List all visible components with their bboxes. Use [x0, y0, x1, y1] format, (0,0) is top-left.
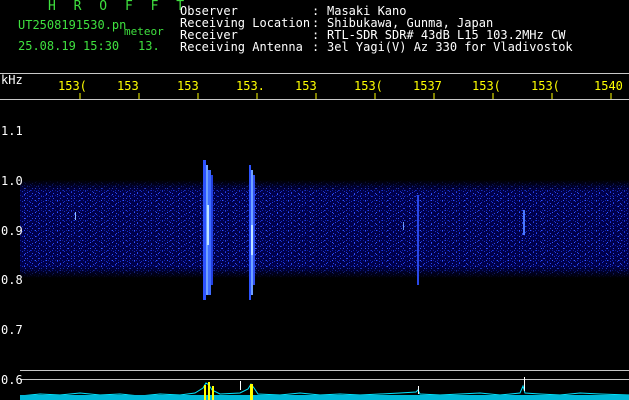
y-tick-label: 1.1: [1, 124, 23, 138]
y-tick-label: 0.7: [1, 323, 23, 337]
y-tick-label: 0.9: [1, 224, 23, 238]
x-tick-marks: [79, 93, 612, 99]
y-axis-unit: kHz: [1, 73, 23, 87]
x-tick-label: 153(: [531, 79, 560, 93]
y-tick-label: 1.0: [1, 174, 23, 188]
x-tick-label: 1540: [594, 79, 623, 93]
power-trace: [19, 382, 629, 400]
y-tick-label: 0.6: [1, 373, 23, 387]
noise-band: [20, 180, 629, 278]
x-tick-label: 153: [295, 79, 317, 93]
image-filename: UT2508191530.pn: [18, 18, 127, 32]
spectrogram-plot: [0, 73, 629, 400]
meteor-echo-2: [249, 165, 255, 300]
x-tick-label: 153: [177, 79, 199, 93]
x-tick-label: 153(: [354, 79, 383, 93]
y-tick-label: 0.8: [1, 273, 23, 287]
x-tick-label: 1537: [413, 79, 442, 93]
echo-count: 13.: [138, 39, 160, 53]
meteor-echo-1: [203, 160, 213, 300]
observation-datetime: 25.08.19 15:30: [18, 39, 120, 53]
x-tick-label: 153.: [236, 79, 265, 93]
info-separator: :: [312, 40, 320, 54]
x-tick-label: 153(: [58, 79, 87, 93]
info-label-antenna: Receiving Antenna: [180, 40, 303, 54]
hrofft-brand: H R O F F T: [48, 0, 190, 14]
x-tick-label: 153: [117, 79, 139, 93]
info-value-antenna: 3el Yagi(V) Az 330 for Vladivostok: [327, 40, 573, 54]
meteor-tag: meteor: [124, 25, 164, 38]
x-tick-label: 153(: [472, 79, 501, 93]
